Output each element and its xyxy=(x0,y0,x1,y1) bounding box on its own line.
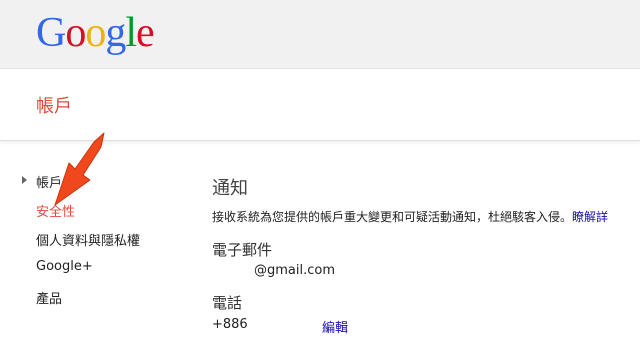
description-text: 接收系統為您提供的帳戶重大變更和可疑活動通知，杜絕駭客入侵。 xyxy=(212,210,573,224)
top-bar: Google xyxy=(0,0,640,69)
sidebar-item-security[interactable]: 安全性 xyxy=(36,201,75,220)
sidebar-item-google-plus[interactable]: Google+ xyxy=(36,259,93,274)
sidebar-item-profile-privacy[interactable]: 個人資料與隱私權 xyxy=(36,230,140,249)
logo-letter: l xyxy=(125,10,137,56)
notifications-description: 接收系統為您提供的帳戶重大變更和可疑活動通知，杜絕駭客入侵。瞭解詳 xyxy=(212,208,608,225)
edit-phone-link[interactable]: 編輯 xyxy=(322,317,348,336)
google-logo[interactable]: Google xyxy=(36,8,155,58)
expand-caret-icon[interactable] xyxy=(22,176,27,184)
email-value: @gmail.com xyxy=(254,263,336,278)
logo-letter: G xyxy=(36,10,66,56)
notifications-heading: 通知 xyxy=(212,178,248,199)
sidebar-item-products[interactable]: 產品 xyxy=(36,288,62,307)
logo-letter: o xyxy=(85,10,106,56)
logo-letter: e xyxy=(136,10,155,56)
email-heading: 電子郵件 xyxy=(212,241,273,259)
phone-heading: 電話 xyxy=(212,294,243,312)
logo-letter: g xyxy=(105,10,126,56)
section-header xyxy=(0,69,640,141)
page-title: 帳戶 xyxy=(36,96,72,117)
logo-letter: o xyxy=(65,10,86,56)
phone-value: +886 xyxy=(212,317,248,332)
sidebar-item-account[interactable]: 帳戶 xyxy=(36,172,62,191)
learn-more-link[interactable]: 瞭解詳 xyxy=(572,210,608,224)
